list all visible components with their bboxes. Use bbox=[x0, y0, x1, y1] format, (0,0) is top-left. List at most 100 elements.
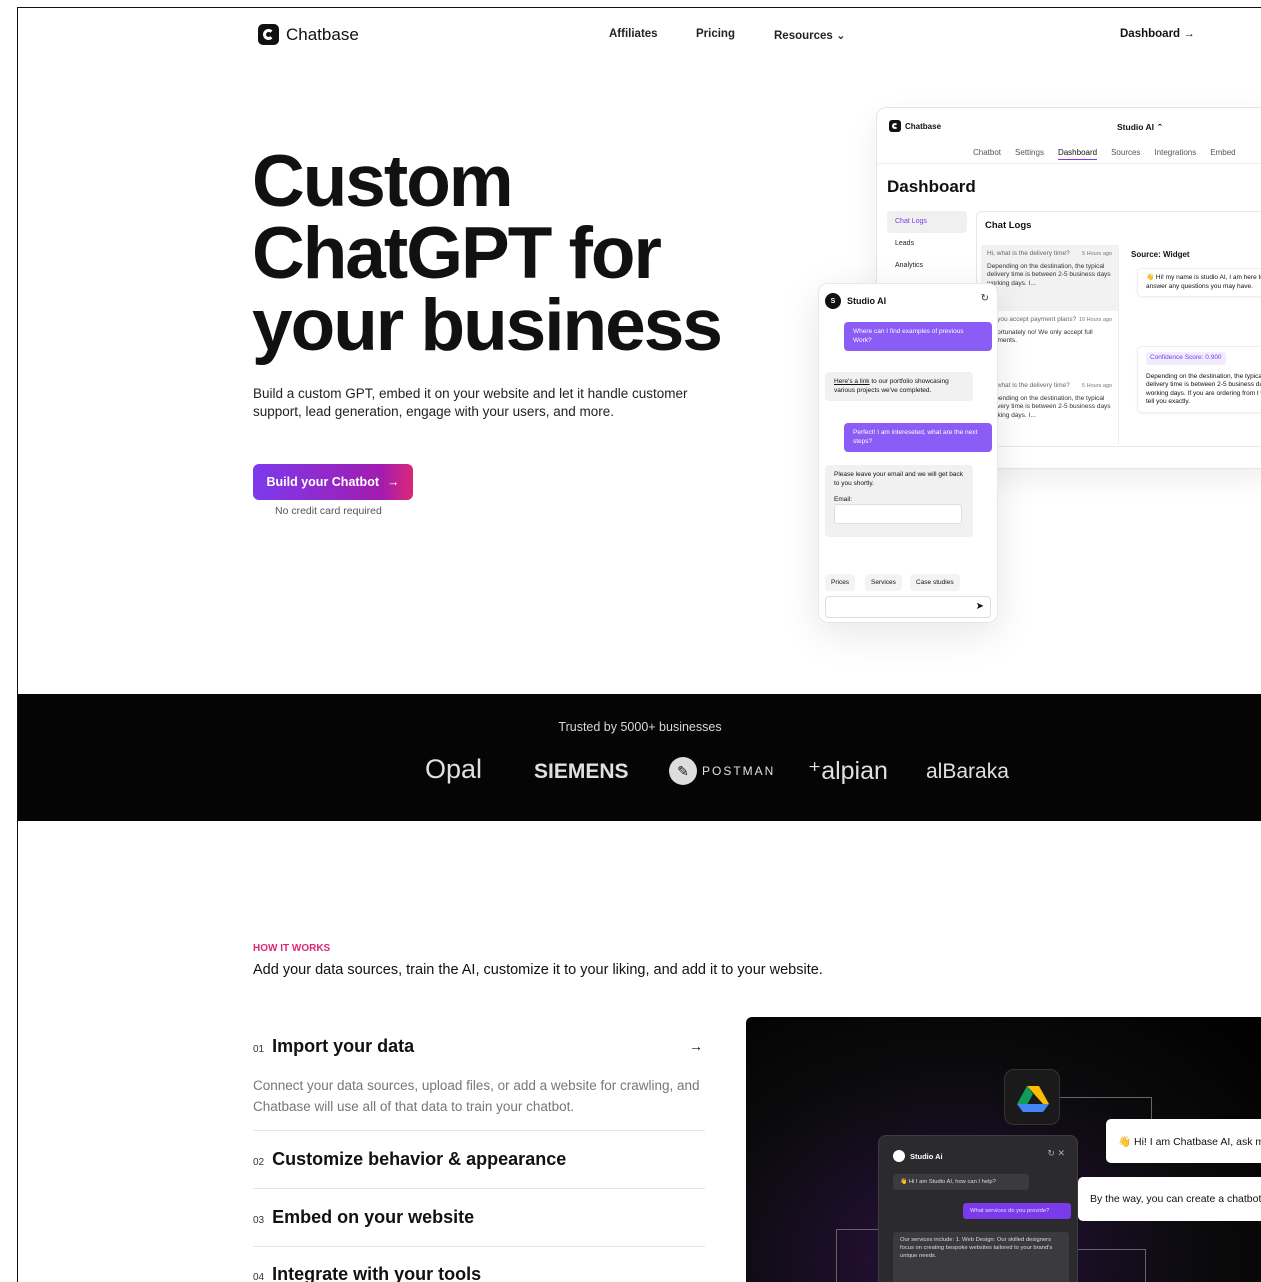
hero-title: Custom ChatGPT for your business bbox=[252, 141, 792, 362]
project-selector: Studio AI ⌃ bbox=[1117, 122, 1164, 132]
chat-log-item: Do you accept payment plans? 10 Hours ago… bbox=[981, 311, 1118, 377]
page-frame: Chatbase Affiliates Pricing Resources ⌄ … bbox=[17, 7, 1261, 1282]
build-chatbot-label: Build your Chatbot bbox=[266, 475, 380, 489]
hero-title-line: ChatGPT for bbox=[252, 213, 662, 294]
chat-log-list: Hi, what is the delivery time? 5 Hours ag… bbox=[981, 245, 1119, 445]
chatbase-logo-icon bbox=[258, 24, 279, 45]
dashboard-link[interactable]: Dashboard → bbox=[1120, 28, 1195, 40]
step-title: Embed on your website bbox=[272, 1207, 475, 1227]
log-question: Hi, what is the delivery time? bbox=[987, 250, 1070, 257]
step-title: Customize behavior & appearance bbox=[272, 1149, 567, 1169]
confidence-badge: Confidence Score: 0.900 bbox=[1146, 352, 1226, 365]
sidebar-item-leads: Leads bbox=[895, 240, 915, 247]
chat-log-item: Hi, what is the delivery time? 5 Hours ag… bbox=[981, 377, 1118, 443]
greeting-bubble: 👋 Hi! I am Chatbase AI, ask me anything bbox=[1106, 1119, 1261, 1163]
arrow-right-icon: → bbox=[387, 475, 400, 489]
sidebar-item-chat-logs: Chat Logs bbox=[887, 211, 967, 233]
demo-chat-window: Studio Ai ↻ ✕ 👋 Hi I am Studio AI, how c… bbox=[878, 1135, 1078, 1282]
demo-bot-message: Our services include: 1. Web Design: Our… bbox=[893, 1232, 1069, 1282]
hero-subtitle: Build a custom GPT, embed it on your web… bbox=[253, 386, 688, 419]
refresh-icon[interactable]: ↻ bbox=[981, 293, 989, 304]
connector-line bbox=[1076, 1249, 1146, 1282]
portfolio-link[interactable]: Here's a link bbox=[834, 378, 870, 385]
step-title: Integrate with your tools bbox=[272, 1264, 482, 1282]
panel-title: Chat Logs bbox=[985, 220, 1032, 231]
tab-dashboard: Dashboard bbox=[1057, 148, 1098, 160]
chat-log-item: Hi, what is the delivery time? 5 Hours ag… bbox=[981, 245, 1118, 311]
send-icon[interactable]: ➤ bbox=[976, 601, 984, 612]
log-question: Do you accept payment plans? bbox=[987, 316, 1077, 323]
dashboard-tabs: Chatbot Settings Dashboard Sources Integ… bbox=[973, 148, 1236, 160]
trusted-title: Trusted by 5000+ businesses bbox=[558, 720, 722, 734]
how-it-works-eyebrow: HOW IT WORKS bbox=[253, 943, 331, 954]
log-time: 10 Hours ago bbox=[1078, 317, 1112, 323]
build-chatbot-button[interactable]: Build your Chatbot → bbox=[253, 464, 413, 500]
chat-input[interactable]: ➤ bbox=[825, 596, 991, 618]
log-question: Hi, what is the delivery time? bbox=[987, 382, 1070, 389]
source-answer: Depending on the destination, the typica… bbox=[1146, 372, 1261, 406]
chat-header: S Studio AI bbox=[825, 293, 886, 309]
sidebar-item-analytics: Analytics bbox=[895, 262, 924, 269]
tab-sources: Sources bbox=[1111, 148, 1141, 157]
email-field[interactable] bbox=[834, 504, 962, 524]
log-time: 5 Hours ago bbox=[1082, 383, 1112, 389]
step-customize[interactable]: 02 Customize behavior & appearance bbox=[253, 1149, 705, 1170]
brand-logo[interactable]: Chatbase bbox=[258, 24, 359, 45]
log-time: 5 Hours ago bbox=[1082, 251, 1112, 257]
chat-widget: S Studio AI ↻ Where can I find examples … bbox=[818, 283, 998, 623]
step-description: Connect your data sources, upload files,… bbox=[253, 1078, 700, 1114]
brand-name: Chatbase bbox=[286, 24, 359, 44]
tab-chatbot: Chatbot bbox=[973, 148, 1002, 157]
demo-chat-controls: ↻ ✕ bbox=[1047, 1148, 1065, 1158]
brand-opal: Opal bbox=[425, 754, 483, 784]
step-integrate[interactable]: 04 Integrate with your tools bbox=[253, 1264, 705, 1282]
step-title: Import your data bbox=[272, 1036, 415, 1056]
brand-alpian: ⁺alpian bbox=[808, 757, 888, 785]
step-number: 04 bbox=[253, 1272, 265, 1282]
demo-video[interactable]: 👋 Hi! I am Chatbase AI, ask me anything … bbox=[746, 1017, 1261, 1282]
avatar bbox=[893, 1150, 905, 1162]
step-number: 03 bbox=[253, 1215, 265, 1226]
demo-chat-header: Studio Ai bbox=[893, 1150, 943, 1162]
bot-message: Please leave your email and we will get … bbox=[825, 465, 973, 537]
chip-services[interactable]: Services bbox=[865, 574, 902, 591]
postman-logo-icon: ✎ bbox=[669, 757, 697, 785]
arrow-right-icon: → bbox=[689, 1038, 703, 1054]
demo-user-message: What services do you provide? bbox=[963, 1203, 1071, 1219]
source-greeting: 👋 Hi! my name is studio AI, I am here to… bbox=[1137, 268, 1261, 297]
chip-prices[interactable]: Prices bbox=[825, 574, 856, 591]
demo-bot-message: 👋 Hi I am Studio AI, how can I help? bbox=[893, 1174, 1029, 1190]
log-answer: Unfortunately no! We only accept full pa… bbox=[987, 328, 1093, 345]
bot-message: Here's a link to our portfolio showcasin… bbox=[825, 372, 973, 401]
chip-case-studies[interactable]: Case studies bbox=[910, 574, 960, 591]
hero-title-line: Custom bbox=[252, 141, 514, 222]
nav-resources[interactable]: Resources ⌄ bbox=[774, 28, 846, 42]
cta-note: No credit card required bbox=[275, 505, 382, 517]
promo-bubble: By the way, you can create a chatbot lik… bbox=[1078, 1177, 1261, 1221]
tab-embed: Embed bbox=[1210, 148, 1236, 157]
divider bbox=[253, 1188, 705, 1189]
google-drive-logo bbox=[1017, 1086, 1049, 1112]
step-import-data[interactable]: 01 Import your data → bbox=[253, 1036, 705, 1057]
brand-albaraka: alBaraka bbox=[926, 760, 1009, 783]
nav-pricing[interactable]: Pricing bbox=[696, 28, 735, 40]
avatar: S bbox=[825, 293, 841, 309]
google-drive-icon bbox=[1004, 1069, 1060, 1125]
tab-settings: Settings bbox=[1015, 148, 1044, 157]
demo-chat-name: Studio Ai bbox=[910, 1151, 943, 1161]
connector-line bbox=[836, 1229, 880, 1282]
source-answer-card: Confidence Score: 0.900 Depending on the… bbox=[1137, 346, 1261, 413]
log-answer: Depending on the destination, the typica… bbox=[987, 394, 1111, 419]
nav-affiliates[interactable]: Affiliates bbox=[609, 28, 658, 40]
step-embed[interactable]: 03 Embed on your website bbox=[253, 1207, 705, 1228]
step-number: 01 bbox=[253, 1044, 265, 1055]
divider bbox=[877, 163, 1261, 164]
how-it-works-subtitle: Add your data sources, train the AI, cus… bbox=[253, 962, 823, 978]
brand-postman: ✎ POSTMAN bbox=[669, 757, 775, 785]
divider bbox=[253, 1246, 705, 1247]
chat-name: Studio AI bbox=[847, 296, 887, 306]
postman-wordmark: POSTMAN bbox=[702, 764, 776, 778]
trusted-by-band: Trusted by 5000+ businesses Opal SIEMENS… bbox=[18, 694, 1261, 821]
dashboard-logo: Chatbase bbox=[889, 120, 941, 132]
chatbase-logo-icon bbox=[889, 120, 901, 132]
